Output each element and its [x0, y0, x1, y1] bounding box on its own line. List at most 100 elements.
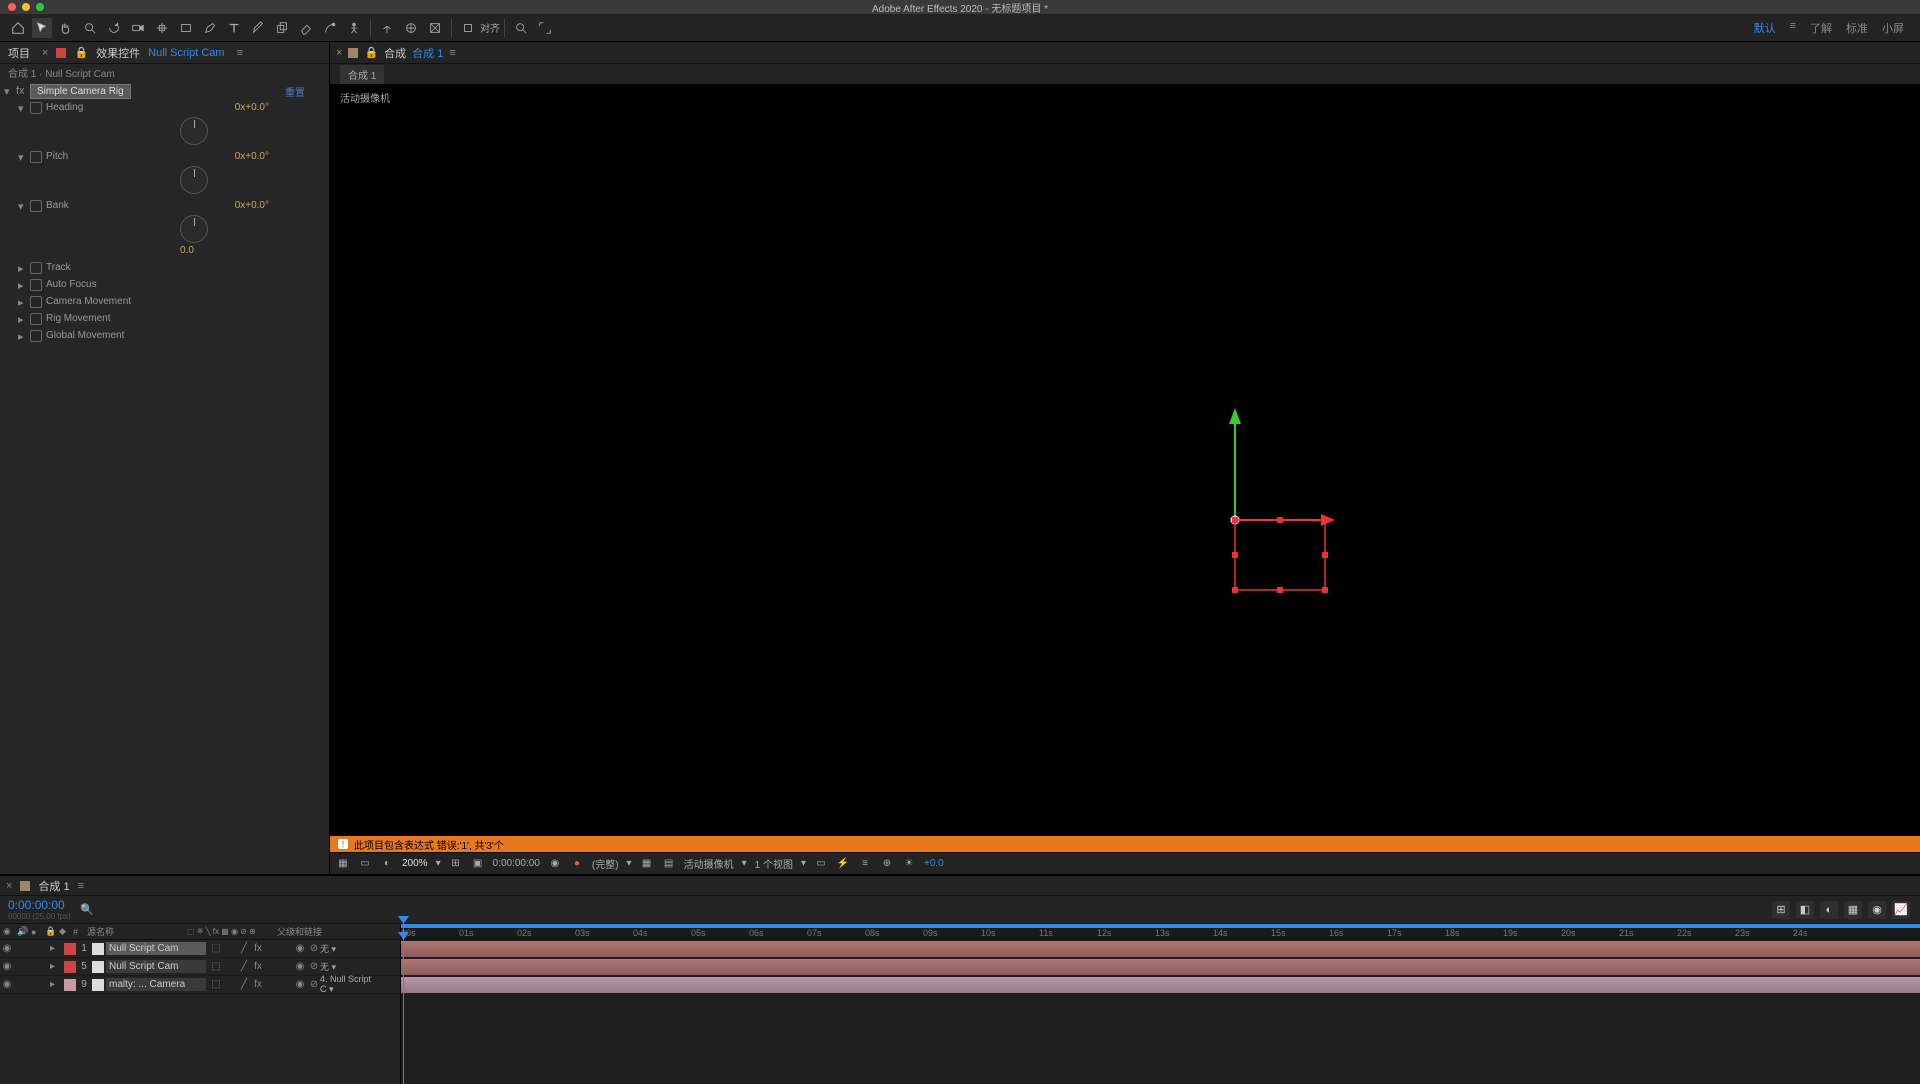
layer-bars-area[interactable] [400, 940, 1920, 1084]
comp-mini-flowchart-button[interactable]: ⊞ [1772, 901, 1790, 919]
layer-switches[interactable]: ⬚╱fx◉⊘ [210, 943, 320, 954]
col-parent[interactable]: 父级和链接 [274, 925, 334, 938]
time-display[interactable]: 0:00:00:00 [493, 858, 540, 869]
stopwatch-icon[interactable] [30, 200, 42, 212]
expand-tool[interactable] [535, 18, 555, 38]
layer-row[interactable]: ◉▸1Null Script Cam⬚╱fx◉⊘无 ▾ [0, 940, 400, 958]
3d-gizmo[interactable] [1205, 400, 1345, 600]
resolution-dropdown[interactable]: (完整) [592, 856, 619, 871]
views-caret-icon[interactable]: ▾ [801, 858, 806, 869]
rotate-tool[interactable] [104, 18, 124, 38]
fx-tab-prefix[interactable]: 效果控件 [96, 45, 140, 61]
stopwatch-icon[interactable] [30, 151, 42, 163]
current-time[interactable]: 0:00:00:00 [0, 898, 80, 912]
layer-color[interactable] [64, 943, 76, 955]
camera-dropdown[interactable]: 活动摄像机 [684, 856, 734, 871]
timeline-tab-close[interactable]: × [6, 880, 12, 892]
shy-button[interactable]: ◐ [1820, 901, 1838, 919]
prop-twirl[interactable]: ▸ [18, 296, 30, 309]
eraser-tool[interactable] [296, 18, 316, 38]
stopwatch-icon[interactable] [30, 330, 42, 342]
fast-preview-icon[interactable]: ⚡ [836, 857, 850, 871]
axis-view-tool[interactable] [425, 18, 445, 38]
maximize-window-button[interactable] [36, 3, 44, 11]
pixel-aspect-icon[interactable]: ▭ [814, 857, 828, 871]
graph-editor-button[interactable]: 📈 [1892, 901, 1910, 919]
timeline-panel-menu-icon[interactable]: ≡ [78, 880, 84, 892]
comp-tab-close[interactable]: × [336, 47, 342, 59]
prop-twirl[interactable]: ▸ [18, 262, 30, 275]
stopwatch-icon[interactable] [30, 102, 42, 114]
layer-twirl[interactable]: ▸ [50, 943, 62, 954]
fx-enable-icon[interactable]: fx [16, 85, 30, 97]
home-tool[interactable] [8, 18, 28, 38]
layer-switches[interactable]: ⬚╱fx◉⊘ [210, 979, 320, 990]
parent-dropdown[interactable]: 无 ▾ [320, 960, 380, 973]
axis-world-tool[interactable] [401, 18, 421, 38]
workspace-default[interactable]: 默认 [1754, 20, 1776, 36]
effect-name[interactable]: Simple Camera Rig [30, 84, 131, 99]
project-tab-close[interactable]: × [42, 47, 48, 59]
angle-dial[interactable] [180, 215, 208, 243]
fx-twirl[interactable]: ▾ [4, 85, 16, 98]
puppet-tool[interactable] [344, 18, 364, 38]
axis-local-tool[interactable] [377, 18, 397, 38]
layer-twirl[interactable]: ▸ [50, 979, 62, 990]
mask-toggle-icon[interactable]: ◐ [380, 857, 394, 871]
rectangle-tool[interactable] [176, 18, 196, 38]
prop-value[interactable]: 0x+0.0° [235, 102, 329, 113]
views-dropdown[interactable]: 1 个视图 [755, 856, 793, 871]
stopwatch-icon[interactable] [30, 262, 42, 274]
layer-twirl[interactable]: ▸ [50, 961, 62, 972]
layer-bar[interactable] [401, 977, 1920, 993]
layer-color[interactable] [64, 979, 76, 991]
brush-tool[interactable] [248, 18, 268, 38]
comp-tab-name[interactable]: 合成 1 [412, 45, 443, 61]
fx-tab-link[interactable]: Null Script Cam [148, 47, 224, 59]
prop-value[interactable]: 0.0 [180, 245, 329, 256]
layer-bar[interactable] [401, 941, 1920, 957]
prop-value[interactable]: 0x+0.0° [235, 200, 329, 211]
snap-toggle[interactable] [458, 18, 478, 38]
guides-icon[interactable]: ▤ [662, 857, 676, 871]
res-caret-icon[interactable]: ▾ [627, 858, 632, 869]
parent-dropdown[interactable]: 无 ▾ [320, 942, 380, 955]
layer-name[interactable]: Null Script Cam [106, 960, 206, 973]
hand-tool[interactable] [56, 18, 76, 38]
playhead-line[interactable] [403, 940, 404, 1084]
comp-panel-menu-icon[interactable]: ≡ [449, 47, 455, 59]
motion-blur-button[interactable]: ◉ [1868, 901, 1886, 919]
angle-dial[interactable] [180, 166, 208, 194]
search-tool[interactable] [511, 18, 531, 38]
parent-dropdown[interactable]: 4. Null Script C ▾ [320, 974, 380, 995]
panel-menu-icon[interactable]: ≡ [237, 47, 243, 59]
visibility-toggle[interactable]: ◉ [0, 943, 14, 954]
color-mgmt-icon[interactable]: ● [570, 857, 584, 871]
cam-caret-icon[interactable]: ▾ [742, 858, 747, 869]
channel-toggle-icon[interactable]: ▭ [358, 857, 372, 871]
visibility-toggle[interactable]: ◉ [0, 979, 14, 990]
project-tab[interactable]: 项目 [8, 45, 30, 61]
prop-twirl[interactable]: ▸ [18, 313, 30, 326]
minimize-window-button[interactable] [22, 3, 30, 11]
expression-warning-bar[interactable]: ! 此项目包含表达式 错误:'1', 共'3'个 [330, 836, 1920, 852]
prop-twirl[interactable]: ▸ [18, 279, 30, 292]
workspace-small[interactable]: 小屏 [1882, 20, 1904, 36]
roi-icon[interactable]: ▣ [471, 857, 485, 871]
composition-viewport[interactable]: 活动摄像机 [330, 84, 1920, 836]
layer-color[interactable] [64, 961, 76, 973]
zoom-dropdown[interactable]: 200% [402, 858, 428, 869]
prop-twirl[interactable]: ▾ [18, 200, 30, 213]
visibility-toggle[interactable]: ◉ [0, 961, 14, 972]
workspace-menu-icon[interactable]: ≡ [1790, 20, 1796, 36]
flowchart-icon[interactable]: ⊕ [880, 857, 894, 871]
layer-name[interactable]: malty: ... Camera [106, 978, 206, 991]
roto-tool[interactable] [320, 18, 340, 38]
prop-twirl[interactable]: ▾ [18, 102, 30, 115]
stopwatch-icon[interactable] [30, 279, 42, 291]
stopwatch-icon[interactable] [30, 296, 42, 308]
comp-flowchart-chip[interactable]: 合成 1 [340, 65, 384, 84]
pan-behind-tool[interactable] [152, 18, 172, 38]
comp-lock-icon[interactable]: 🔒 [364, 46, 378, 59]
clone-tool[interactable] [272, 18, 292, 38]
